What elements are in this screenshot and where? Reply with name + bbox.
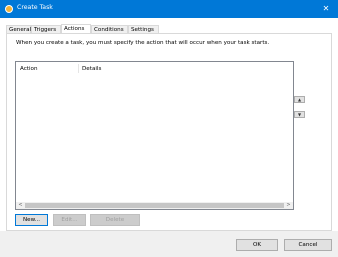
horizontal-scrollbar[interactable]: < > xyxy=(16,202,293,209)
column-header-details[interactable]: Details xyxy=(82,66,101,72)
actions-panel: When you create a task, you must specify… xyxy=(6,33,332,231)
task-scheduler-icon xyxy=(5,5,13,13)
tab-actions[interactable]: Actions xyxy=(61,24,91,33)
actions-description: When you create a task, you must specify… xyxy=(16,40,270,46)
move-down-button[interactable]: ▼ xyxy=(294,111,305,118)
title-bar[interactable]: Create Task ✕ xyxy=(0,0,338,18)
tab-general[interactable]: General xyxy=(6,25,31,33)
scrollbar-thumb[interactable] xyxy=(25,203,284,208)
window-title: Create Task xyxy=(17,4,53,11)
scroll-left-icon[interactable]: < xyxy=(16,202,25,209)
dialog-footer: OK Cancel xyxy=(0,231,338,257)
column-header-action[interactable]: Action xyxy=(20,66,38,72)
move-up-button[interactable]: ▲ xyxy=(294,96,305,103)
tab-strip: General Triggers Actions Conditions Sett… xyxy=(6,24,332,33)
ok-button[interactable]: OK xyxy=(236,239,278,251)
tab-conditions[interactable]: Conditions xyxy=(91,25,128,33)
tab-settings[interactable]: Settings xyxy=(128,25,159,33)
edit-action-button[interactable]: Edit... xyxy=(53,214,86,226)
column-separator[interactable] xyxy=(78,64,79,73)
new-action-button[interactable]: New... xyxy=(15,214,48,226)
actions-list[interactable]: Action Details < > xyxy=(15,61,294,210)
close-button[interactable]: ✕ xyxy=(314,0,338,18)
delete-action-button[interactable]: Delete xyxy=(90,214,140,226)
scroll-right-icon[interactable]: > xyxy=(284,202,293,209)
cancel-button[interactable]: Cancel xyxy=(284,239,332,251)
tab-triggers[interactable]: Triggers xyxy=(31,25,61,33)
